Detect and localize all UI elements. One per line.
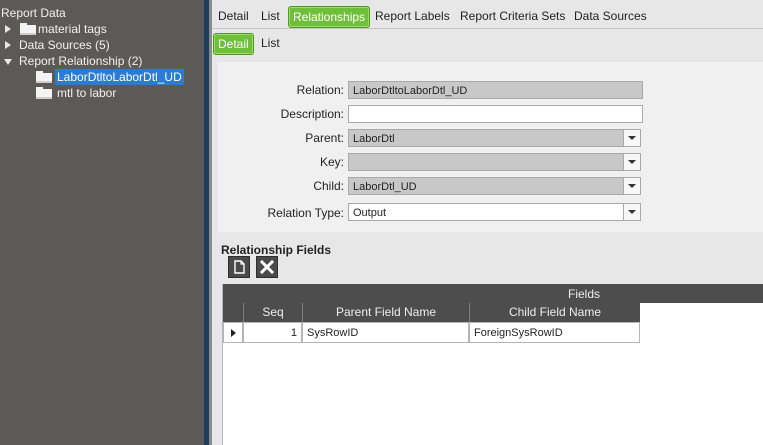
- tab-detail[interactable]: Detail: [218, 6, 249, 26]
- column-header-seq[interactable]: Seq: [243, 303, 302, 322]
- tab-report-criteria-sets[interactable]: Report Criteria Sets: [460, 6, 565, 26]
- new-page-icon: [234, 260, 245, 274]
- tab-separator: [212, 28, 763, 29]
- tree-child-relationship-selected[interactable]: LaborDtltoLaborDtl_UD: [0, 69, 200, 85]
- new-field-button[interactable]: [228, 256, 250, 278]
- cell-seq[interactable]: 1: [243, 323, 302, 343]
- tree-child-relationship[interactable]: mtl to labor: [0, 85, 200, 101]
- chevron-down-icon[interactable]: [623, 130, 640, 146]
- relation-type-value: Output: [353, 207, 387, 219]
- subtab-list[interactable]: List: [261, 33, 280, 53]
- tree-panel: Report Data material tags Data Sources (…: [0, 0, 204, 445]
- row-pointer-icon: [231, 329, 236, 337]
- relation-type-label: Relation Type:: [267, 206, 345, 220]
- tree-item-label: Data Sources (5): [19, 38, 110, 52]
- expand-arrow-icon[interactable]: [5, 25, 11, 33]
- folder-icon: [36, 87, 52, 99]
- child-dropdown[interactable]: LaborDtl_UD: [348, 177, 641, 195]
- parent-value: LaborDtl: [353, 133, 395, 145]
- parent-label: Parent:: [305, 131, 344, 145]
- tree-item-material-tags[interactable]: material tags: [0, 21, 200, 37]
- key-label: Key:: [319, 155, 344, 169]
- relationship-fields-title: Relationship Fields: [221, 243, 332, 257]
- tree-item-label: Report Relationship (2): [19, 54, 143, 68]
- delete-field-button[interactable]: [256, 256, 278, 278]
- top-tab-bar: Detail List Relationships Report Labels …: [212, 6, 763, 30]
- column-header-child-field-name[interactable]: Child Field Name: [469, 303, 640, 322]
- child-label: Child:: [313, 179, 344, 193]
- folder-icon: [36, 71, 52, 83]
- grid-row-selector-header: [223, 303, 243, 322]
- cell-child-field-name[interactable]: ForeignSysRowID: [469, 323, 640, 343]
- tab-report-labels[interactable]: Report Labels: [375, 6, 450, 26]
- tree-root-label: Report Data: [1, 6, 66, 20]
- subtab-detail[interactable]: Detail: [213, 33, 254, 55]
- cell-parent-field-name[interactable]: SysRowID: [302, 323, 469, 343]
- collapse-arrow-icon[interactable]: [4, 59, 12, 65]
- tree-child-label: LaborDtltoLaborDtl_UD: [55, 69, 184, 85]
- tree-child-label: mtl to labor: [57, 86, 117, 100]
- parent-dropdown[interactable]: LaborDtl: [348, 129, 641, 147]
- description-label: Description:: [280, 107, 344, 121]
- key-dropdown[interactable]: [348, 153, 641, 171]
- tab-relationships[interactable]: Relationships: [288, 6, 371, 28]
- chevron-down-icon[interactable]: [623, 178, 640, 194]
- close-x-icon: [259, 259, 275, 275]
- chevron-down-icon[interactable]: [623, 154, 640, 170]
- tab-data-sources[interactable]: Data Sources: [574, 6, 647, 26]
- column-header-parent-field-name[interactable]: Parent Field Name: [302, 303, 469, 322]
- grid-band-title: Fields: [568, 287, 601, 301]
- row-selector[interactable]: [223, 323, 243, 343]
- tree-root[interactable]: Report Data: [1, 5, 66, 21]
- child-value: LaborDtl_UD: [353, 181, 417, 193]
- tree-item-report-relationship[interactable]: Report Relationship (2): [0, 53, 200, 69]
- description-input[interactable]: [348, 105, 643, 123]
- relation-type-dropdown[interactable]: Output: [348, 203, 641, 221]
- main-panel: Detail List Relationships Report Labels …: [212, 0, 763, 445]
- grid-band-header: Fields: [223, 284, 763, 303]
- tree-item-data-sources[interactable]: Data Sources (5): [0, 37, 200, 53]
- expand-arrow-icon[interactable]: [5, 41, 11, 49]
- relationship-fields-grid: Fields Seq Parent Field Name Child Field…: [222, 284, 763, 445]
- tree-item-label: material tags: [38, 22, 107, 36]
- relationship-detail-form: Relation: LaborDtltoLaborDtl_UD Descript…: [218, 62, 763, 232]
- sub-tab-bar: Detail List: [212, 33, 763, 57]
- tab-list[interactable]: List: [261, 6, 280, 26]
- chevron-down-icon[interactable]: [623, 204, 640, 220]
- folder-icon: [20, 23, 36, 35]
- relation-label: Relation:: [296, 83, 344, 97]
- relation-field[interactable]: LaborDtltoLaborDtl_UD: [348, 81, 643, 99]
